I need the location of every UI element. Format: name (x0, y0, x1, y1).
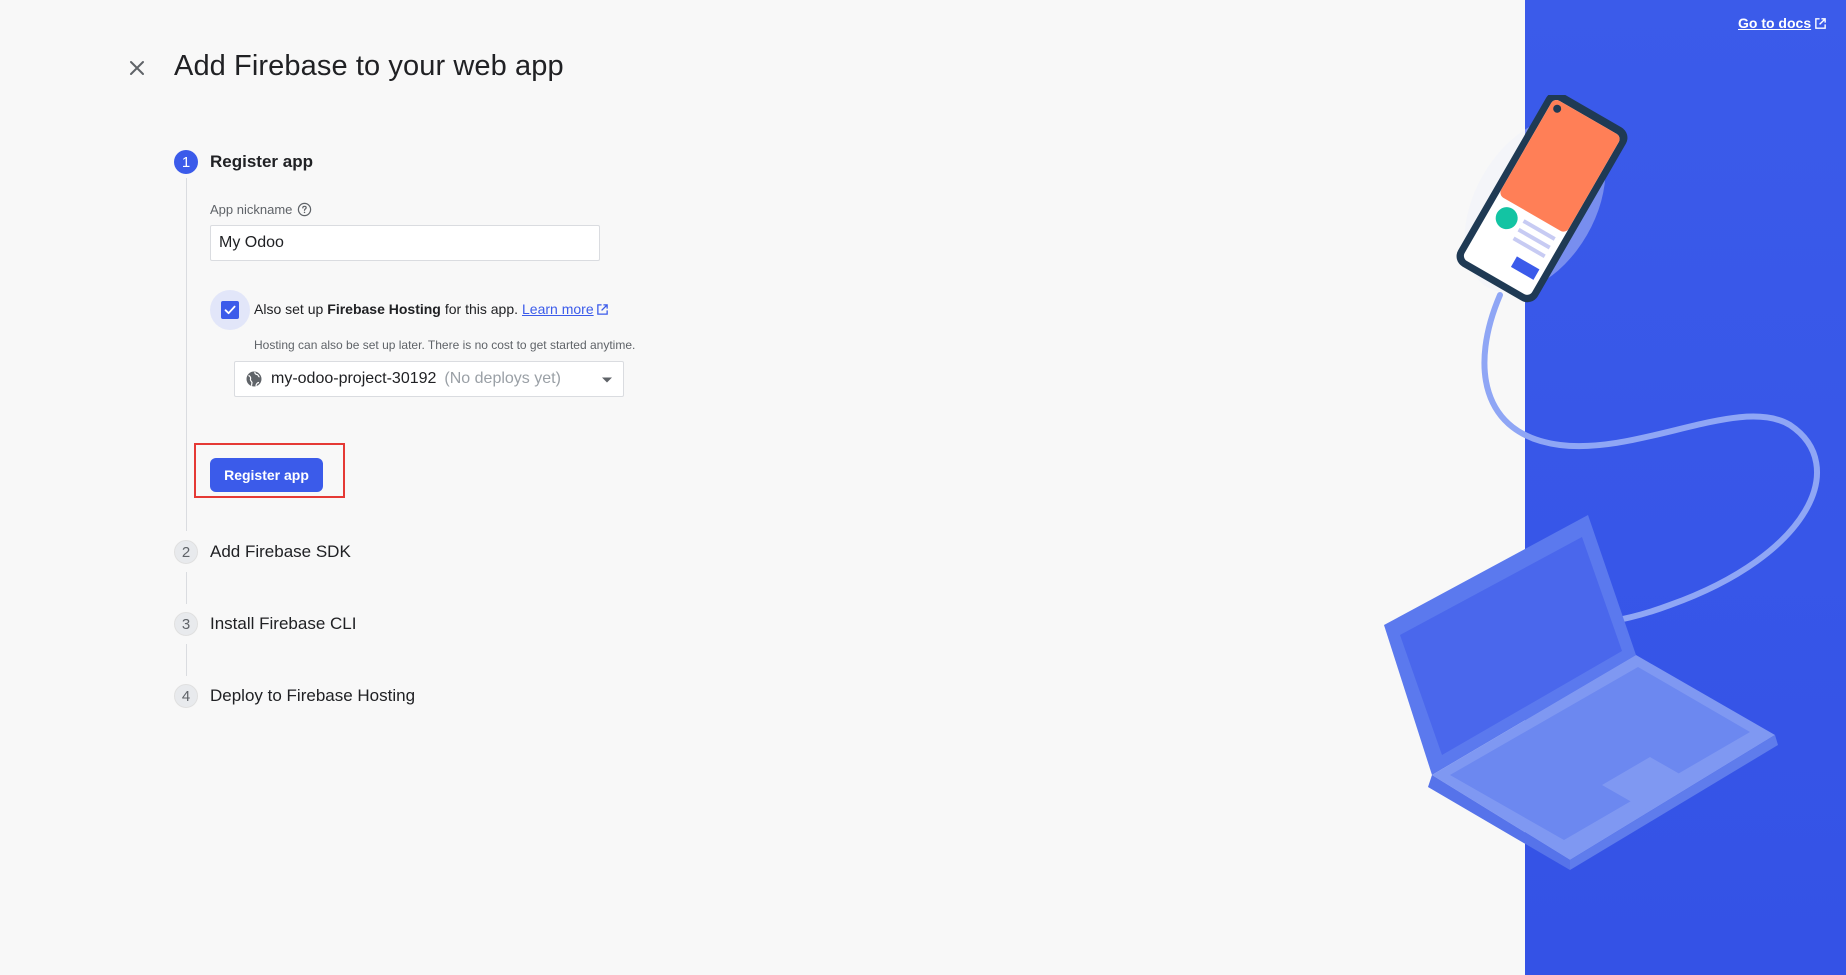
step-1-number: 1 (174, 150, 198, 174)
learn-more-link[interactable]: Learn more (522, 301, 609, 317)
nickname-input[interactable] (210, 225, 600, 261)
hosting-prefix: Also set up (254, 301, 324, 317)
nickname-label-text: App nickname (210, 202, 293, 217)
step-2-number: 2 (174, 540, 198, 564)
hosting-hint: Hosting can also be set up later. There … (254, 338, 636, 352)
step-4-number: 4 (174, 684, 198, 708)
phone-laptop-illustration (1384, 95, 1820, 870)
hosting-bold: Firebase Hosting (327, 301, 441, 317)
hosting-suffix: for this app. (444, 301, 519, 317)
external-link-icon (1815, 17, 1826, 29)
go-to-docs-link[interactable]: Go to docs (1738, 15, 1827, 31)
close-button[interactable] (125, 56, 149, 80)
step-3-number: 3 (174, 612, 198, 636)
hosting-site-select[interactable]: my-odoo-project-30192 (No deploys yet) (234, 361, 624, 397)
nickname-label: App nickname (210, 202, 312, 217)
dropdown-arrow-icon (602, 377, 612, 383)
external-link-icon (596, 303, 608, 315)
step-connector (186, 178, 187, 531)
check-icon (224, 305, 236, 315)
go-to-docs-text: Go to docs (1738, 15, 1812, 31)
step-4-label[interactable]: Deploy to Firebase Hosting (210, 686, 415, 706)
site-name: my-odoo-project-30192 (271, 370, 437, 387)
globe-icon (246, 371, 262, 387)
step-2-label[interactable]: Add Firebase SDK (210, 542, 351, 562)
close-icon (130, 61, 144, 75)
help-icon[interactable] (297, 202, 312, 217)
step-3-label[interactable]: Install Firebase CLI (210, 614, 356, 634)
hosting-checkbox-label: Also set up Firebase Hosting for this ap… (254, 301, 609, 317)
checkbox-box (221, 301, 239, 319)
page-title: Add Firebase to your web app (174, 50, 564, 82)
hosting-checkbox[interactable] (210, 290, 250, 330)
step-connector (186, 572, 187, 604)
site-status: (No deploys yet) (444, 370, 561, 387)
learn-more-text: Learn more (522, 301, 594, 317)
step-1-label: Register app (210, 152, 313, 171)
laptop-shape (1384, 515, 1778, 870)
step-connector (186, 644, 187, 676)
register-app-button[interactable]: Register app (210, 458, 323, 492)
